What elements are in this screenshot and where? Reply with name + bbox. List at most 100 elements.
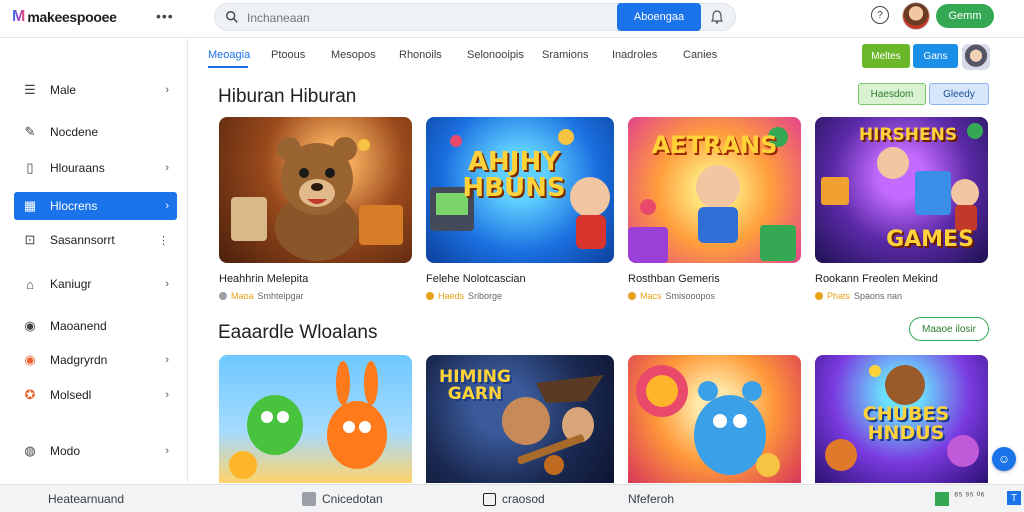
status-label: craosod: [502, 492, 545, 506]
game-card[interactable]: Heahhrin Melepita Maoa Smhteipgar: [219, 117, 412, 301]
chevron-right-icon: ›: [165, 445, 169, 457]
globe-icon: ◍: [24, 443, 36, 458]
game-thumbnail-bear: [219, 117, 412, 263]
section-title: Eaaardle Wloalans: [218, 322, 378, 343]
game-card[interactable]: AHJHY HBUNS Felehe Nolotcascian Haeds Sr…: [426, 117, 614, 301]
tab-rhonoils[interactable]: Rhonoils: [399, 49, 442, 61]
sidebar-item-kaniugr[interactable]: ⌂ Kaniugr ›: [14, 270, 177, 298]
folder-icon: [302, 492, 316, 506]
chevron-right-icon: ›: [165, 200, 169, 212]
sidebar-item-label: Nocdene: [50, 125, 99, 139]
sidebar-item-madgryrdn[interactable]: ◉ Madgryrdn ›: [14, 346, 177, 374]
game-logo-text: HIMING GARN: [439, 367, 511, 404]
bear-character-image: [231, 137, 403, 261]
game-title: Heahhrin Melepita: [219, 273, 309, 285]
assistant-fab-icon[interactable]: ☺: [992, 447, 1016, 471]
sidebar-item-hlocrens[interactable]: ▦ Hlocrens ›: [14, 192, 177, 220]
edit-icon: ✎: [24, 124, 36, 139]
tag-icon: ⌂: [26, 276, 34, 292]
see-more-button[interactable]: Maaoe ilosir: [909, 317, 989, 341]
menu-icon: ☰: [24, 82, 36, 97]
sidebar-item-male[interactable]: ☰ Male ›: [14, 76, 177, 104]
sidebar-item-label: Modo: [50, 444, 81, 458]
tab-sramions[interactable]: Sramions: [542, 49, 588, 61]
game-card[interactable]: [628, 355, 801, 483]
sidebar-item-label: Sasannsorrt: [50, 233, 115, 247]
sort-chip-haesdom[interactable]: Haesdom: [858, 83, 926, 105]
logo-mark: M: [12, 8, 26, 25]
sidebar-item-hlouraans[interactable]: ▯ Hlouraans ›: [14, 154, 177, 182]
tab-meoagia[interactable]: Meoagia: [208, 49, 250, 61]
sign-in-button[interactable]: Gemm: [936, 4, 994, 28]
status-label: Nfeferoh: [628, 492, 675, 506]
game-meta: Maoa Smhteipgar: [219, 291, 412, 301]
logo[interactable]: M makeespooee: [12, 8, 117, 26]
game-logo-text: CHUBES HNDUS: [862, 403, 950, 444]
sidebar-item-nocdene[interactable]: ✎ Nocdene: [14, 118, 177, 146]
game-card[interactable]: [219, 355, 412, 483]
tab-canies[interactable]: Canies: [683, 49, 717, 61]
sidebar-item-label: Kaniugr: [50, 277, 92, 291]
game-logo-text: HIRSHENS: [858, 125, 958, 145]
game-card[interactable]: AETRANS Rosthban Gemeris Macs Smisooopos: [628, 117, 801, 301]
blue-bear-scene-image: [636, 365, 780, 477]
game-meta: Macs Smisooopos: [628, 291, 801, 301]
tab-ptoous[interactable]: Ptoous: [271, 49, 305, 61]
game-card[interactable]: HIRSHENS GAMES Rookann Freolen Mekind Ph…: [815, 117, 988, 301]
doc-icon: [483, 492, 496, 506]
help-icon[interactable]: ?: [871, 6, 889, 24]
search-button[interactable]: Aboengaa: [617, 3, 701, 31]
game-card[interactable]: CHUBES HNDUS: [815, 355, 988, 483]
status-item-nfeferoh[interactable]: Nfeferoh: [628, 492, 674, 506]
search-bar: Aboengaa: [214, 3, 736, 31]
tab-selonooipis[interactable]: Selonooipis: [467, 49, 524, 61]
status-label: Cnicedotan: [322, 492, 383, 506]
profile-avatar[interactable]: [962, 44, 990, 70]
game-logo-text: AETRANS: [651, 131, 778, 159]
game-thumbnail-friends: [219, 355, 412, 483]
status-item-craosod[interactable]: craosod: [483, 492, 545, 506]
text-icon[interactable]: T: [1007, 491, 1021, 505]
bell-icon[interactable]: [709, 9, 725, 25]
sort-chip-gleedy[interactable]: Gleedy: [929, 83, 989, 105]
game-thumbnail-hndus: CHUBES HNDUS: [815, 355, 988, 483]
top-bar: M makeespooee ••• Aboengaa ? Gemm: [0, 0, 1024, 38]
sidebar-item-sasannsorrt[interactable]: ⊡ Sasannsorrt ⋮: [14, 226, 177, 254]
game-thumbnail-aetrans: AETRANS: [628, 117, 801, 263]
sidebar-item-molsedl[interactable]: ✪ Molsedl ›: [14, 381, 177, 409]
filter-chip-gans[interactable]: Gans: [913, 44, 958, 68]
sidebar-item-modo[interactable]: ◍ Modo ›: [14, 437, 177, 465]
sidebar-item-label: Male: [50, 83, 77, 97]
game-meta: Phats Spaons nan: [815, 291, 988, 301]
sidebar-item-maoanend[interactable]: ◉ Maoanend: [14, 312, 177, 340]
filter-chip-meltes[interactable]: Meltes: [862, 44, 910, 68]
tab-inadroles[interactable]: Inadroles: [612, 49, 657, 61]
game-card[interactable]: HIMING GARN: [426, 355, 614, 483]
more-icon[interactable]: •••: [156, 8, 174, 24]
game-meta: Haeds Sriborge: [426, 291, 614, 301]
status-left[interactable]: Heatearnuand: [48, 492, 124, 506]
sidebar-item-label: Molsedl: [50, 388, 92, 402]
target-icon: ◉: [24, 352, 36, 367]
game-category: Sriborge: [468, 291, 503, 301]
chevron-right-icon: ›: [165, 354, 169, 366]
chevron-right-icon: ›: [165, 84, 169, 96]
grid-icon: ▦: [23, 198, 37, 213]
game-category: Smhteipgar: [257, 291, 304, 301]
chevron-right-icon: ›: [165, 278, 169, 290]
game-tag: Macs: [640, 291, 662, 301]
game-title: Felehe Nolotcascian: [426, 273, 526, 285]
settings-icon: ⊡: [24, 232, 36, 247]
user-avatar[interactable]: [902, 2, 930, 30]
game-title: Rookann Freolen Mekind: [815, 273, 938, 285]
tab-mesopos[interactable]: Mesopos: [331, 49, 376, 61]
status-item-cnicedotan[interactable]: Cnicedotan: [302, 492, 383, 506]
game-logo-text: AHJHY HBUNS: [462, 147, 566, 203]
circle-icon: ◉: [24, 318, 36, 333]
chevron-right-icon: ›: [165, 162, 169, 174]
search-input[interactable]: [247, 7, 627, 29]
game-category: Spaons nan: [854, 291, 903, 301]
game-thumbnail-arcade: AHJHY HBUNS: [426, 117, 614, 263]
page-icon: ▯: [26, 160, 34, 175]
status-left-label: Heatearnuand: [48, 492, 125, 506]
